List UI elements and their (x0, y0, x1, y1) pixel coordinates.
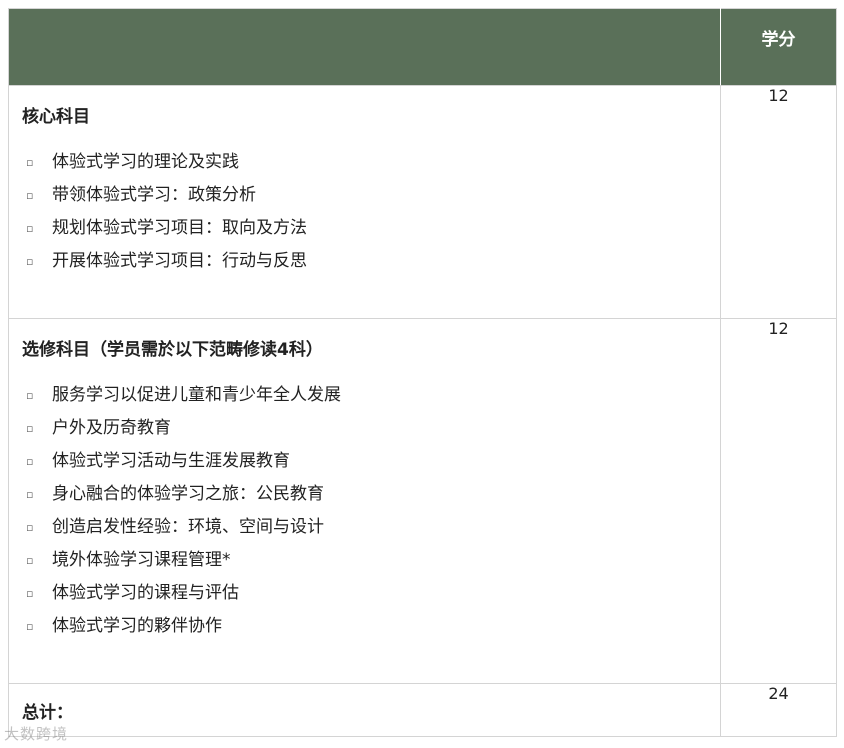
list-item: ▫ 规划体验式学习项目：取向及方法 (22, 212, 720, 245)
elective-credits: 12 (720, 318, 837, 684)
list-item-label: 境外体验学习课程管理* (52, 550, 231, 570)
list-item-label: 创造启发性经验：环境、空间与设计 (52, 517, 324, 537)
list-item: ▫ 身心融合的体验学习之旅：公民教育 (22, 478, 720, 511)
watermark-logo: 大数跨境 (4, 725, 69, 743)
square-bullet-icon: ▫ (26, 488, 34, 501)
core-subjects-row: 核心科目 ▫ 体验式学习的理论及实践 ▫ 带领体验式学习：政策分析 ▫ 规划体验式学习项目… (8, 85, 837, 319)
elective-subjects-title: 选修科目（学员需於以下范畴修读4科） (22, 340, 323, 360)
square-bullet-icon: ▫ (26, 587, 34, 600)
square-bullet-icon: ▫ (26, 222, 34, 235)
list-item-label: 体验式学习的课程与评估 (52, 583, 239, 603)
square-bullet-icon: ▫ (26, 189, 34, 202)
elective-subjects-cell: 选修科目（学员需於以下范畴修读4科） ▫ 服务学习以促进儿童和青少年全人发展 ▫ 户外… (8, 318, 721, 684)
total-label: 总计： (8, 683, 721, 737)
square-bullet-icon: ▫ (26, 521, 34, 534)
list-item-label: 体验式学习的夥伴协作 (52, 616, 222, 636)
core-subjects-list: ▫ 体验式学习的理论及实践 ▫ 带领体验式学习：政策分析 ▫ 规划体验式学习项目：取向及方… (9, 130, 720, 278)
square-bullet-icon: ▫ (26, 422, 34, 435)
elective-subjects-row: 选修科目（学员需於以下范畴修读4科） ▫ 服务学习以促进儿童和青少年全人发展 ▫ 户外… (8, 318, 837, 684)
list-item-label: 带领体验式学习：政策分析 (52, 185, 256, 205)
table-header-row: 学分 (8, 8, 837, 86)
list-item: ▫ 体验式学习活动与生涯发展教育 (22, 445, 720, 478)
list-item: ▫ 服务学习以促进儿童和青少年全人发展 (22, 379, 720, 412)
list-item-label: 户外及历奇教育 (52, 418, 171, 438)
list-item: ▫ 开展体验式学习项目：行动与反思 (22, 245, 720, 278)
core-credits: 12 (720, 85, 837, 319)
square-bullet-icon: ▫ (26, 156, 34, 169)
list-item-label: 服务学习以促进儿童和青少年全人发展 (52, 385, 341, 405)
total-credits: 24 (720, 683, 837, 737)
square-bullet-icon: ▫ (26, 389, 34, 402)
total-row: 总计： 24 (8, 683, 837, 737)
list-item-label: 开展体验式学习项目：行动与反思 (52, 251, 307, 271)
list-item: ▫ 境外体验学习课程管理* (22, 544, 720, 577)
course-credits-table: 学分 核心科目 ▫ 体验式学习的理论及实践 ▫ 带领体验式学习：政策分析 ▫ 规划体验式学… (8, 8, 837, 737)
square-bullet-icon: ▫ (26, 255, 34, 268)
header-course-cell (8, 8, 721, 86)
list-item: ▫ 户外及历奇教育 (22, 412, 720, 445)
header-credits-cell: 学分 (720, 8, 837, 86)
list-item-label: 体验式学习活动与生涯发展教育 (52, 451, 290, 471)
list-item: ▫ 带领体验式学习：政策分析 (22, 179, 720, 212)
elective-subjects-list: ▫ 服务学习以促进儿童和青少年全人发展 ▫ 户外及历奇教育 ▫ 体验式学习活动与生涯发展教… (9, 363, 720, 643)
square-bullet-icon: ▫ (26, 620, 34, 633)
list-item: ▫ 体验式学习的夥伴协作 (22, 610, 720, 643)
core-subjects-cell: 核心科目 ▫ 体验式学习的理论及实践 ▫ 带领体验式学习：政策分析 ▫ 规划体验式学习项目… (8, 85, 721, 319)
list-item-label: 规划体验式学习项目：取向及方法 (52, 218, 307, 238)
list-item-label: 身心融合的体验学习之旅：公民教育 (52, 484, 324, 504)
list-item: ▫ 体验式学习的理论及实践 (22, 146, 720, 179)
list-item: ▫ 体验式学习的课程与评估 (22, 577, 720, 610)
square-bullet-icon: ▫ (26, 455, 34, 468)
list-item: ▫ 创造启发性经验：环境、空间与设计 (22, 511, 720, 544)
square-bullet-icon: ▫ (26, 554, 34, 567)
header-credits-label: 学分 (761, 30, 796, 50)
core-subjects-title: 核心科目 (22, 107, 90, 127)
list-item-label: 体验式学习的理论及实践 (52, 152, 239, 172)
